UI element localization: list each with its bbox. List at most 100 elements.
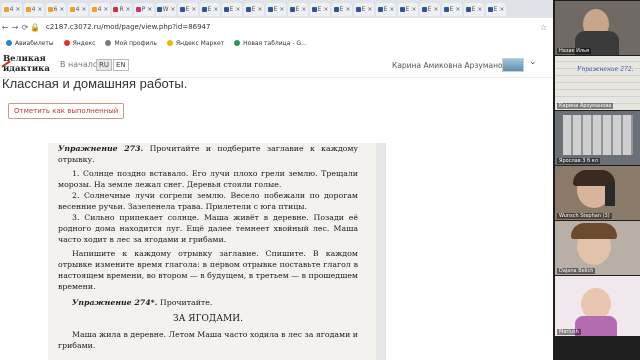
tab-favicon-icon [3,6,9,12]
browser-tab[interactable]: E × [178,2,198,16]
tab-favicon-icon [311,6,317,12]
tab-favicon-icon [267,6,273,12]
tab-favicon-icon [179,6,185,12]
tab-label: P × [141,5,153,13]
browser-tab[interactable]: W × [156,2,176,16]
logo-line2: идактика [3,64,50,74]
tab-label: E × [427,5,439,13]
browser-tab[interactable]: R × [112,2,132,16]
browser-tab[interactable]: 4 × [68,2,88,16]
participant-tile-1[interactable]: Назак Илья [555,1,640,55]
bookmark-label: Яндекс Маркет [175,39,225,47]
tab-favicon-icon [156,6,162,12]
story-title: ЗА ЯГОДАМИ. [173,314,243,324]
forward-arrow-icon[interactable]: → [10,23,20,32]
tab-favicon-icon [135,6,141,12]
exercise-274-title: Упражнение 274*. [72,298,158,307]
browser-tab[interactable]: 6 × [46,2,66,16]
tab-label: E × [317,5,329,13]
lock-icon: 🔒 [30,22,40,32]
bookmark-favicon-icon [63,40,70,46]
participant-name: Назак Илья [557,48,592,54]
tab-label: E × [273,5,285,13]
tab-label: 4 × [9,5,21,13]
story-paragraph: Маша жила в деревне. Летом Маша часто хо… [58,330,358,350]
browser-tab[interactable]: 4 × [24,2,44,16]
bookmark-item[interactable]: Яндекс Маркет [166,39,225,47]
browser-tab[interactable]: P × [134,2,154,16]
tab-label: E × [207,5,219,13]
bookmark-item[interactable]: Яндекс [63,39,96,47]
url-text[interactable]: c2187.c3072.ru/mod/page/view.php?id=8694… [46,23,210,31]
tab-favicon-icon [91,6,97,12]
bookmark-favicon-icon [234,40,241,46]
browser-tab[interactable]: E × [310,2,330,16]
bookmarks-bar: Авиабилеты Яндекс Мой профиль Яндекс Маркет… [0,36,553,50]
textbook-page: Упражнение 273. Прочитайте и подберите з… [48,143,376,360]
participant-tile-6[interactable]: Mariush [555,276,640,336]
tab-label: E × [471,5,483,13]
browser-tab[interactable]: E × [332,2,352,16]
browser-tab[interactable]: 4 × [2,2,22,16]
lang-en-button[interactable]: EN [113,59,129,71]
exercise-274-task: Прочитайте. [159,298,213,307]
browser-tab[interactable]: E × [222,2,242,16]
page-title: Классная и домашняя работы. [2,76,188,91]
participant-tile-5[interactable]: Dajana Belich [555,221,640,275]
textbook-text: Упражнение 273. Прочитайте и подберите з… [58,143,358,351]
participant-tile-4[interactable]: Wunsch Stephan (3) [555,166,640,220]
tab-label: E × [229,5,241,13]
participant-tile-2[interactable]: Упражнение 272. Карина Арзуманова [555,56,640,110]
tab-favicon-icon [355,6,361,12]
tab-favicon-icon [465,6,471,12]
browser-tab[interactable]: 4 × [90,2,110,16]
browser-tab[interactable]: E × [464,2,484,16]
participant-tile-3[interactable]: Ярослав 3 б кл [555,111,640,165]
bookmark-item[interactable]: Мой профиль [105,39,157,47]
bookmark-favicon-icon [6,40,12,46]
bookmark-label: Новая таблица - G... [243,39,307,47]
address-bar: ← → ⟳ 🔒 c2187.c3072.ru/mod/page/view.php… [0,18,553,37]
browser-tab[interactable]: E × [376,2,396,16]
home-link[interactable]: В начало [60,60,98,69]
paragraph-3: 3. Сильно припекает солнце. Маша живёт в… [58,213,358,244]
mark-done-button[interactable]: Отметить как выполненный [8,103,125,119]
browser-tab[interactable]: E × [442,2,462,16]
tab-favicon-icon [113,6,119,12]
tab-favicon-icon [399,6,405,12]
tab-label: E × [251,5,263,13]
tab-label: E × [295,5,307,13]
reload-icon[interactable]: ⟳ [20,23,30,32]
user-avatar[interactable] [502,58,524,72]
back-arrow-icon[interactable]: ← [0,23,10,32]
tab-label: E × [361,5,373,13]
user-name[interactable]: Карина Амиковна Арзуманова [392,61,512,70]
browser-tab[interactable]: E × [288,2,308,16]
browser-tab[interactable]: E × [354,2,374,16]
tab-favicon-icon [377,6,383,12]
tab-favicon-icon [333,6,339,12]
paragraph-2: 2. Солнечные лучи согрели землю. Весело … [58,191,358,211]
bookmark-item[interactable]: Авиабилеты [6,40,54,47]
chevron-down-icon[interactable]: ⌄ [529,57,537,67]
tab-label: 4 × [31,5,43,13]
browser-tab[interactable]: E × [200,2,220,16]
lang-ru-button[interactable]: RU [96,59,112,71]
bookmark-star-icon[interactable]: ☆ [540,23,547,32]
tab-label: W × [162,5,176,13]
tab-label: E × [449,5,461,13]
browser-tab[interactable]: E × [266,2,286,16]
browser-tab[interactable]: E × [244,2,264,16]
bookmark-item[interactable]: Новая таблица - G... [234,40,307,47]
browser-tab[interactable]: E × [420,2,440,16]
participant-name: Mariush [557,329,581,335]
bookmark-label: Авиабилеты [15,39,54,47]
bookmark-label: Мой профиль [114,39,157,47]
browser-tab[interactable]: E × [398,2,418,16]
document-scrollbar[interactable] [376,143,386,360]
bookmark-label: Яндекс [72,39,96,47]
site-logo[interactable]: Великая идактика [1,54,50,74]
browser-tab[interactable]: E × [486,2,506,16]
tab-favicon-icon [443,6,449,12]
tab-label: E × [383,5,395,13]
